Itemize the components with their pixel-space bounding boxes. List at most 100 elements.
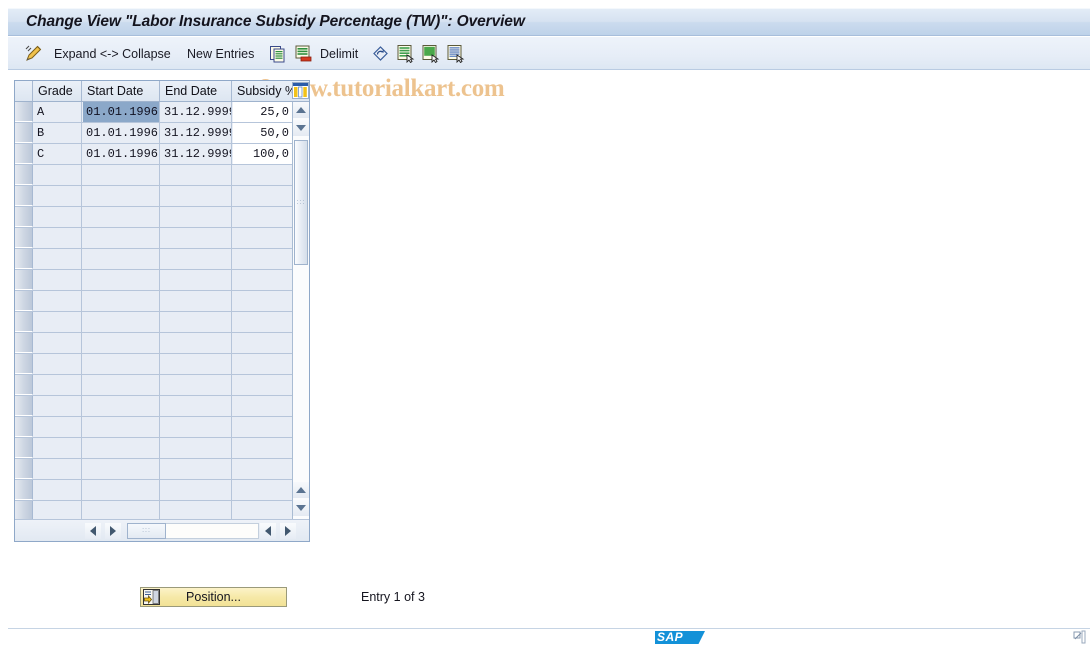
resize-grip-icon[interactable] xyxy=(1072,630,1086,644)
row-selector-button[interactable] xyxy=(15,438,33,458)
table-row[interactable] xyxy=(15,249,309,270)
row-selector-button[interactable] xyxy=(15,312,33,332)
row-selector-button[interactable] xyxy=(15,249,33,269)
table-cell-start-date[interactable] xyxy=(83,228,160,248)
page-up-button[interactable] xyxy=(293,482,309,498)
table-cell-subsidy-pct[interactable]: 50,0 xyxy=(233,123,293,143)
hscroll-right-button-2[interactable] xyxy=(280,523,296,539)
table-cell-grade[interactable] xyxy=(34,207,82,227)
table-cell-grade[interactable] xyxy=(34,396,82,416)
select-entry-icon[interactable] xyxy=(396,44,415,64)
delimit-button[interactable]: Delimit xyxy=(320,37,358,70)
table-cell-start-date[interactable] xyxy=(83,249,160,269)
table-cell-end-date[interactable] xyxy=(161,459,232,479)
table-cell-grade[interactable] xyxy=(34,417,82,437)
table-cell-grade[interactable] xyxy=(34,186,82,206)
table-row[interactable] xyxy=(15,186,309,207)
table-cell-end-date[interactable] xyxy=(161,207,232,227)
table-cell-subsidy-pct[interactable] xyxy=(233,375,293,395)
table-cell-subsidy-pct[interactable] xyxy=(233,312,293,332)
table-cell-end-date[interactable]: 31.12.9999 xyxy=(161,102,232,122)
table-cell-start-date[interactable] xyxy=(83,480,160,500)
table-cell-start-date[interactable] xyxy=(83,501,160,521)
table-cell-grade[interactable]: A xyxy=(34,102,82,122)
select-all-icon[interactable] xyxy=(421,44,440,64)
table-cell-start-date[interactable] xyxy=(83,354,160,374)
row-selector-button[interactable] xyxy=(15,396,33,416)
table-cell-grade[interactable]: B xyxy=(34,123,82,143)
table-cell-subsidy-pct[interactable] xyxy=(233,186,293,206)
table-cell-start-date[interactable] xyxy=(83,312,160,332)
table-cell-start-date[interactable]: 01.01.1996 xyxy=(83,144,160,164)
table-cell-start-date[interactable] xyxy=(83,207,160,227)
table-cell-subsidy-pct[interactable] xyxy=(233,417,293,437)
vertical-scroll-thumb[interactable]: ::: xyxy=(294,140,308,265)
table-cell-end-date[interactable] xyxy=(161,228,232,248)
table-row[interactable]: C 01.01.1996 31.12.9999 100,0 xyxy=(15,144,309,165)
row-selector-button[interactable] xyxy=(15,228,33,248)
table-row[interactable] xyxy=(15,270,309,291)
table-vertical-scrollbar[interactable]: ::: xyxy=(292,102,309,519)
table-cell-grade[interactable]: C xyxy=(34,144,82,164)
row-selector-button[interactable] xyxy=(15,270,33,290)
table-cell-subsidy-pct[interactable] xyxy=(233,228,293,248)
table-row[interactable] xyxy=(15,207,309,228)
table-cell-end-date[interactable] xyxy=(161,417,232,437)
table-cell-end-date[interactable] xyxy=(161,291,232,311)
table-row[interactable] xyxy=(15,417,309,438)
table-cell-grade[interactable] xyxy=(34,291,82,311)
table-cell-subsidy-pct[interactable] xyxy=(233,396,293,416)
table-row[interactable] xyxy=(15,375,309,396)
row-selector-button[interactable] xyxy=(15,123,33,143)
table-cell-end-date[interactable]: 31.12.9999 xyxy=(161,123,232,143)
table-cell-grade[interactable] xyxy=(34,249,82,269)
table-cell-grade[interactable] xyxy=(34,354,82,374)
row-selector-button[interactable] xyxy=(15,144,33,164)
table-cell-end-date[interactable] xyxy=(161,312,232,332)
table-cell-start-date[interactable] xyxy=(83,417,160,437)
table-row[interactable] xyxy=(15,312,309,333)
row-selector-button[interactable] xyxy=(15,207,33,227)
table-horizontal-scrollbar[interactable]: ::: xyxy=(15,519,309,541)
table-cell-subsidy-pct[interactable] xyxy=(233,459,293,479)
table-cell-end-date[interactable]: 31.12.9999 xyxy=(161,144,232,164)
table-cell-end-date[interactable] xyxy=(161,270,232,290)
position-button[interactable]: Position... xyxy=(140,587,287,607)
table-cell-subsidy-pct[interactable] xyxy=(233,207,293,227)
table-cell-subsidy-pct[interactable] xyxy=(233,501,293,521)
row-selector-button[interactable] xyxy=(15,291,33,311)
column-header-end-date[interactable]: End Date xyxy=(161,81,232,101)
table-row[interactable] xyxy=(15,459,309,480)
table-cell-grade[interactable] xyxy=(34,438,82,458)
table-cell-end-date[interactable] xyxy=(161,501,232,521)
table-cell-start-date[interactable] xyxy=(83,459,160,479)
row-selector-button[interactable] xyxy=(15,501,33,521)
row-selector-button[interactable] xyxy=(15,333,33,353)
table-cell-end-date[interactable] xyxy=(161,186,232,206)
table-cell-subsidy-pct[interactable] xyxy=(233,291,293,311)
row-selector-button[interactable] xyxy=(15,354,33,374)
table-cell-grade[interactable] xyxy=(34,228,82,248)
table-cell-end-date[interactable] xyxy=(161,480,232,500)
scroll-up-button[interactable] xyxy=(293,102,309,118)
scroll-down-button[interactable] xyxy=(293,120,309,136)
row-selector-button[interactable] xyxy=(15,165,33,185)
table-cell-subsidy-pct[interactable] xyxy=(233,354,293,374)
select-all-rows-button[interactable] xyxy=(15,81,33,101)
table-row[interactable] xyxy=(15,438,309,459)
hscroll-left-button[interactable] xyxy=(85,523,101,539)
table-cell-subsidy-pct[interactable] xyxy=(233,333,293,353)
table-cell-grade[interactable] xyxy=(34,270,82,290)
table-cell-grade[interactable] xyxy=(34,480,82,500)
copy-icon[interactable] xyxy=(268,44,287,63)
row-selector-button[interactable] xyxy=(15,102,33,122)
expand-collapse-button[interactable]: Expand <-> Collapse xyxy=(54,37,171,70)
table-row[interactable] xyxy=(15,333,309,354)
table-cell-end-date[interactable] xyxy=(161,165,232,185)
pencil-icon[interactable] xyxy=(24,44,43,63)
table-row[interactable] xyxy=(15,480,309,501)
table-cell-grade[interactable] xyxy=(34,501,82,521)
table-cell-grade[interactable] xyxy=(34,459,82,479)
table-settings-icon[interactable] xyxy=(292,82,309,99)
table-row[interactable]: B 01.01.1996 31.12.9999 50,0 xyxy=(15,123,309,144)
